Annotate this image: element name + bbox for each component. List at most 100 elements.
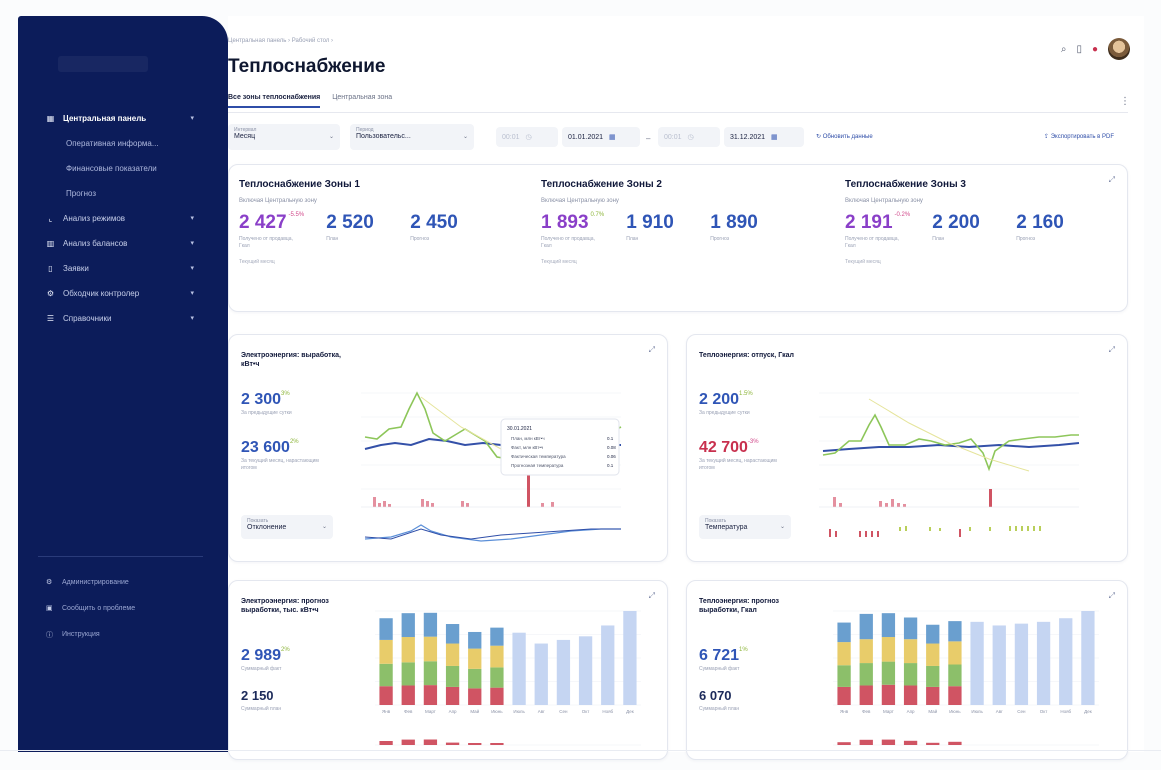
tab-all-zones[interactable]: Все зоны теплоснабжения — [228, 94, 321, 108]
document-icon[interactable]: ▯ — [1076, 44, 1082, 55]
bar-segment[interactable] — [926, 686, 940, 705]
bar-segment[interactable] — [423, 612, 438, 637]
bar-segment[interactable] — [379, 663, 393, 687]
bar-segment[interactable] — [490, 687, 504, 705]
bar-segment[interactable] — [468, 631, 482, 649]
bar-segment[interactable] — [401, 613, 415, 638]
bar-segment[interactable] — [379, 639, 393, 664]
time-from-field[interactable]: 00:01 ◷ — [496, 127, 558, 147]
bar-segment[interactable] — [926, 624, 940, 644]
sidebar-footer-report-problem[interactable]: ▣ Сообщить о проблеме — [18, 600, 218, 616]
sidebar-item-inspector[interactable]: ⚙ Обходчик контролер ▾ — [18, 283, 218, 303]
time-to-field[interactable]: 00:01 ◷ — [658, 127, 720, 147]
bar-segment[interactable] — [379, 686, 393, 705]
date-from-field[interactable]: 01.01.2021 ▦ — [562, 127, 640, 147]
bar-segment[interactable] — [468, 668, 482, 689]
sidebar-footer-instructions[interactable]: ⓘ Инструкция — [18, 626, 218, 642]
bar-segment[interactable] — [881, 637, 896, 662]
breadcrumb[interactable]: Центральная панель › Рабочий стол › — [228, 38, 333, 44]
bar-segment[interactable] — [992, 625, 1006, 705]
bar-segment[interactable] — [379, 618, 393, 640]
bar-segment[interactable] — [1036, 621, 1051, 705]
bar-segment[interactable] — [837, 686, 851, 705]
bar-segment[interactable] — [859, 663, 873, 686]
bar-segment[interactable] — [926, 643, 940, 666]
more-icon[interactable]: ⋮ — [1120, 96, 1130, 107]
bar-segment[interactable] — [445, 624, 460, 644]
bar-segment[interactable] — [468, 648, 482, 669]
bar-segment[interactable] — [881, 613, 896, 638]
bar-segment[interactable] — [401, 662, 415, 686]
bar-segment[interactable] — [490, 627, 504, 646]
expand-icon[interactable]: ⤢ — [649, 345, 655, 355]
interval-select[interactable]: Интервал Месяц ⌄ — [228, 124, 340, 150]
bar-segment[interactable] — [948, 641, 962, 665]
bar-segment[interactable] — [445, 665, 460, 687]
bar-segment[interactable] — [903, 639, 918, 664]
bar-segment[interactable] — [903, 617, 918, 640]
kpi-label: За предыдущие сутки — [699, 410, 750, 416]
sidebar-item-operational[interactable]: Оперативная информа... — [18, 133, 218, 153]
bar-segment[interactable] — [601, 625, 615, 705]
export-pdf-button[interactable]: ⇪ Экспортировать в PDF — [1044, 133, 1114, 140]
bar-segment[interactable] — [556, 639, 571, 705]
bar-segment[interactable] — [423, 685, 438, 705]
bar-segment[interactable] — [903, 663, 918, 686]
bar-segment[interactable] — [837, 622, 851, 643]
bar-segment[interactable] — [423, 636, 438, 662]
sidebar-item-financial[interactable]: Финансовые показатели — [18, 158, 218, 178]
refresh-button[interactable]: ↻ Обновить данные — [816, 133, 873, 140]
period-value: Пользовательс... — [356, 133, 411, 140]
bar-segment[interactable] — [1081, 611, 1095, 705]
expand-icon[interactable]: ⤢ — [1109, 591, 1115, 601]
sidebar-item-requests[interactable]: ▯ Заявки ▾ — [18, 258, 218, 278]
bar-segment[interactable] — [468, 688, 482, 705]
bar-segment[interactable] — [445, 686, 460, 705]
bar-segment[interactable] — [490, 645, 504, 668]
sidebar-item-mode-analysis[interactable]: ⌞ Анализ режимов ▾ — [18, 208, 218, 228]
bar-segment[interactable] — [1059, 618, 1073, 705]
expand-icon[interactable]: ⤢ — [649, 591, 655, 601]
show-select[interactable]: Показать Температура ⌄ — [699, 515, 791, 539]
search-icon[interactable]: ⌕ — [1061, 44, 1067, 55]
bar-segment[interactable] — [859, 685, 873, 705]
bar-segment[interactable] — [445, 643, 460, 666]
sidebar-item-central-panel[interactable]: ▦ Центральная панель ▾ — [18, 108, 218, 128]
expand-icon[interactable]: ⤢ — [1109, 345, 1115, 355]
avatar[interactable] — [1108, 38, 1130, 60]
bar-segment[interactable] — [881, 661, 896, 685]
bar-segment[interactable] — [512, 632, 526, 705]
bar-segment[interactable] — [926, 665, 940, 687]
zone-title: Теплоснабжение Зоны 2 — [541, 179, 662, 190]
sidebar-footer-admin[interactable]: ⚙ Администрирование — [18, 574, 218, 590]
bar-segment[interactable] — [490, 667, 504, 688]
bar-segment[interactable] — [534, 643, 548, 705]
bar-segment[interactable] — [948, 621, 962, 642]
bar-segment[interactable] — [948, 686, 962, 705]
bar-segment[interactable] — [837, 642, 851, 666]
tab-central-zone[interactable]: Центральная зона — [332, 94, 392, 108]
bar-segment[interactable] — [903, 685, 918, 705]
show-select[interactable]: Показать Отклонение ⌄ — [241, 515, 333, 539]
sidebar-item-forecast[interactable]: Прогноз — [18, 183, 218, 203]
period-select[interactable]: Период Пользовательс... ⌄ — [350, 124, 474, 150]
bar-segment[interactable] — [578, 636, 593, 705]
bar-segment[interactable] — [859, 639, 873, 664]
kpi-delta: 3% — [281, 391, 290, 397]
sidebar-item-balance-analysis[interactable]: ▥ Анализ балансов ▾ — [18, 233, 218, 253]
date-to-field[interactable]: 31.12.2021 ▦ — [724, 127, 804, 147]
bar-segment[interactable] — [401, 637, 415, 663]
bar-segment[interactable] — [401, 685, 415, 705]
bar-segment[interactable] — [623, 611, 637, 705]
sidebar-item-references[interactable]: ☰ Справочники ▾ — [18, 308, 218, 328]
panel-title: Электроэнергия: выработка, кВт•ч — [241, 352, 341, 369]
kpi-previous-day: 2 3003% За предыдущие сутки — [241, 391, 331, 417]
bar-segment[interactable] — [881, 684, 896, 705]
bar-segment[interactable] — [859, 613, 873, 640]
bar-segment[interactable] — [423, 661, 438, 686]
bar-segment[interactable] — [837, 665, 851, 687]
bar-segment[interactable] — [1014, 623, 1029, 705]
notification-icon[interactable]: ● — [1092, 44, 1098, 55]
bar-segment[interactable] — [970, 621, 984, 705]
bar-segment[interactable] — [948, 664, 962, 687]
